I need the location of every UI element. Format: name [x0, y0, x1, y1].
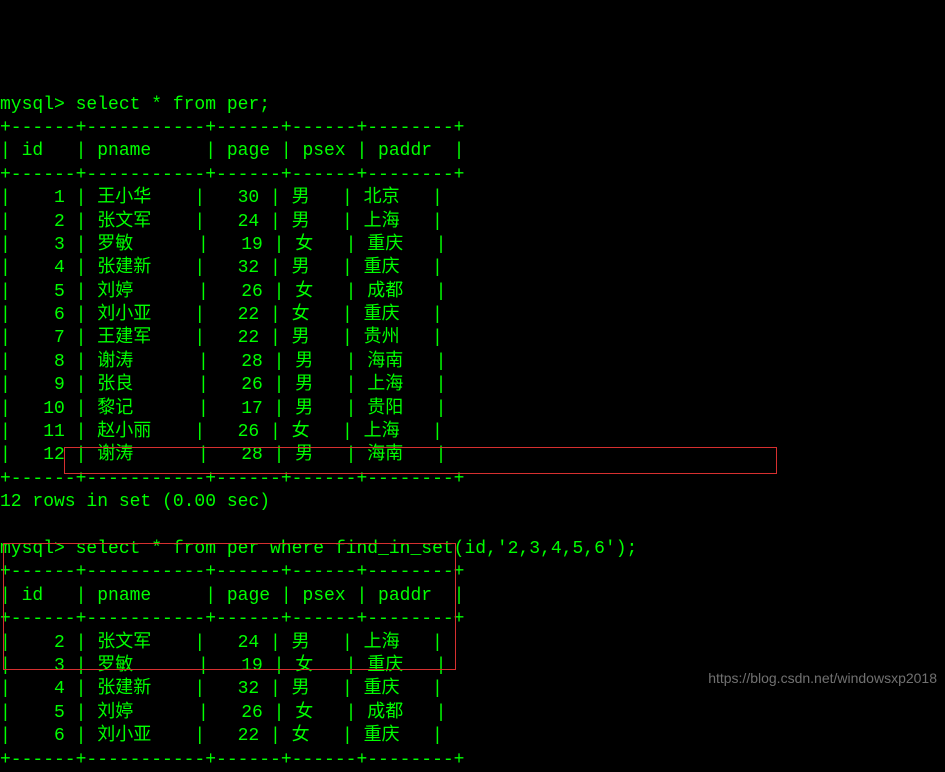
table-2-body: | 2 | 张文军 | 24 | 男 | 上海 | | 3 | 罗敏 | 19 …	[0, 633, 446, 747]
table-border: +------+-----------+------+------+------…	[0, 118, 464, 138]
watermark-text: https://blog.csdn.net/windowsxp2018	[708, 669, 937, 687]
table-header-row: | id | pname | page | psex | paddr |	[0, 586, 464, 606]
table-header-row: | id | pname | page | psex | paddr |	[0, 141, 464, 161]
table-border: +------+-----------+------+------+------…	[0, 609, 464, 629]
table-border: +------+-----------+------+------+------…	[0, 562, 464, 582]
mysql-prompt: mysql>	[0, 539, 65, 559]
result-1-footer: 12 rows in set (0.00 sec)	[0, 492, 270, 512]
query-2: select * from per where find_in_set(id,'…	[65, 539, 638, 559]
table-border: +------+-----------+------+------+------…	[0, 165, 464, 185]
query-1: select * from per;	[65, 95, 270, 115]
mysql-prompt: mysql>	[0, 95, 65, 115]
table-border: +------+-----------+------+------+------…	[0, 469, 464, 489]
table-border: +------+-----------+------+------+------…	[0, 750, 464, 770]
table-1-body: | 1 | 王小华 | 30 | 男 | 北京 | | 2 | 张文军 | 24…	[0, 188, 446, 465]
